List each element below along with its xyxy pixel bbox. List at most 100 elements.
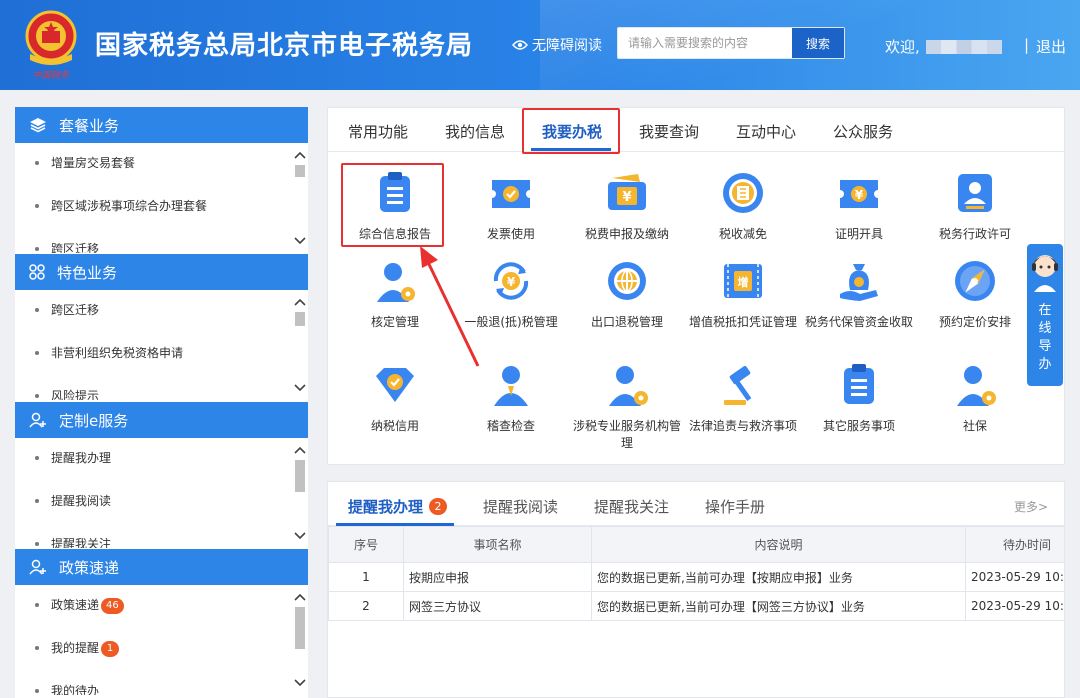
list-item[interactable]: 提醒我阅读 [35,491,308,534]
tab-interaction-center[interactable]: 互动中心 [736,121,796,142]
func-comprehensive-info-report[interactable]: 综合信息报告 [338,170,452,243]
scrollbar[interactable] [292,585,308,695]
reminder-panel: 提醒我办理 2 提醒我阅读 提醒我关注 操作手册 更多> 序号 事项名称 内容说明… [327,481,1065,698]
func-admin-license[interactable]: 税务行政许可 [918,170,1032,243]
masked-username [925,39,1002,54]
func-other-services[interactable]: 其它服务事项 [802,362,916,435]
func-export-refund[interactable]: 出口退税管理 [570,258,684,331]
gavel-icon [724,365,752,405]
search-button[interactable]: 搜索 [792,28,844,58]
list-item[interactable]: 跨区迁移 [35,300,308,343]
list-item[interactable]: 政策速递 46 [35,595,308,638]
table-row[interactable]: 1 按期应申报 您的数据已更新,当前可办理【按期应申报】业务 2023-05-2… [328,562,1064,592]
chevron-up-icon[interactable] [292,442,308,458]
sidebar: 套餐业务 增量房交易套餐 跨区域涉税事项综合办理套餐 跨区迁移 特色业务 跨区迁… [15,107,308,698]
logout-link[interactable]: 退出 [1036,36,1066,57]
header-divider: | [1024,36,1030,54]
annotation-arrow-icon [420,246,480,367]
func-label: 其它服务事项 [822,419,895,433]
sidebar-section-title: 定制e服务 [59,411,129,430]
invoice-ticket-icon [492,180,530,208]
chevron-up-icon[interactable] [292,147,308,163]
guide-char: 办 [1038,357,1052,372]
svg-text:¥: ¥ [507,275,516,289]
tab-manual[interactable]: 操作手册 [705,496,765,517]
tab-public-service[interactable]: 公众服务 [833,121,893,142]
tab-remind-handle[interactable]: 提醒我办理 2 [348,496,448,517]
sidebar-section-header[interactable]: 特色业务 [15,254,308,290]
chevron-down-icon[interactable] [292,675,308,691]
chevron-up-icon[interactable] [292,294,308,310]
func-label: 税费申报及缴纳 [584,227,669,241]
list-item[interactable]: 我的待办 [35,681,308,695]
chevron-down-icon[interactable] [292,233,308,249]
list-item[interactable]: 跨区域涉税事项综合办理套餐 [35,196,308,239]
func-label: 税收减免 [718,227,767,241]
tab-handle-tax[interactable]: 我要办税 [542,121,602,142]
tab-remind-follow[interactable]: 提醒我关注 [594,496,669,517]
func-tax-declare-pay[interactable]: ¥ 税费申报及缴纳 [570,170,684,243]
scrollbar-thumb[interactable] [295,460,305,492]
list-item[interactable]: 提醒我办理 [35,448,308,491]
list-item[interactable]: 跨区迁移 [35,239,308,253]
site-title: 国家税务总局北京市电子税务局 [95,31,474,61]
func-inspection[interactable]: 稽查检查 [454,362,568,435]
scrollbar[interactable] [292,438,308,548]
func-advance-pricing[interactable]: 预约定价安排 [918,258,1032,331]
scrollbar[interactable] [292,290,308,400]
tab-query[interactable]: 我要查询 [639,121,699,142]
tab-remind-read[interactable]: 提醒我阅读 [483,496,558,517]
func-tax-credit[interactable]: 纳税信用 [338,362,452,435]
count-badge: 2 [429,498,448,515]
active-tab-indicator [531,148,611,151]
list-item[interactable]: 提醒我关注 [35,534,308,548]
welcome-label: 欢迎, [885,38,920,56]
cell-item[interactable]: 网签三方协议 [403,591,592,621]
guide-char: 线 [1038,321,1052,336]
tab-my-info[interactable]: 我的信息 [445,121,505,142]
list-item[interactable]: 增量房交易套餐 [35,153,308,196]
cell-desc: 您的数据已更新,当前可办理【按期应申报】业务 [591,562,966,592]
list-item[interactable]: 风险提示 [35,386,308,400]
table-row[interactable]: 2 网签三方协议 您的数据已更新,当前可办理【网签三方协议】业务 2023-05… [328,591,1064,621]
func-vat-voucher[interactable]: 增 增值税抵扣凭证管理 [686,258,800,331]
list-item[interactable]: 我的提醒 1 [35,638,308,681]
sidebar-section-header[interactable]: 套餐业务 [15,107,308,143]
sidebar-section-list: 跨区迁移 非营利组织免税资格申请 风险提示 [15,290,308,400]
scrollbar[interactable] [292,143,308,253]
col-header-item: 事项名称 [403,526,592,563]
chevron-up-icon[interactable] [292,589,308,605]
list-item-label: 政策速递 [51,598,100,612]
list-item[interactable]: 非营利组织免税资格申请 [35,343,308,386]
online-guide-label: 在 线 导 办 [1027,302,1063,374]
scrollbar-thumb[interactable] [295,165,305,177]
sidebar-section-header[interactable]: 政策速递 [15,549,308,585]
table-header-row: 序号 事项名称 内容说明 待办时间 [328,526,1064,563]
header-banner: 中国税务 国家税务总局北京市电子税务局 无障碍阅读 搜索 欢迎, | 退出 [0,0,1080,90]
social-security-icon [957,366,996,406]
tab-common-functions[interactable]: 常用功能 [348,121,408,142]
sidebar-section-list: 提醒我办理 提醒我阅读 提醒我关注 [15,438,308,548]
func-certificate-issue[interactable]: ¥ 证明开具 [802,170,916,243]
scrollbar-thumb[interactable] [295,607,305,649]
cell-time: 2023-05-29 10: [965,591,1064,621]
chevron-down-icon[interactable] [292,380,308,396]
accessibility-reading-link[interactable]: 无障碍阅读 [512,35,602,55]
user-plus-icon [29,412,46,428]
inspector-icon [494,366,528,406]
func-professional-agency[interactable]: 涉税专业服务机构管理 [570,362,684,452]
func-social-security[interactable]: 社保 [918,362,1032,435]
func-legal-remedy[interactable]: 法律追责与救济事项 [686,362,800,435]
more-link[interactable]: 更多> [1014,498,1048,515]
scrollbar-thumb[interactable] [295,312,305,326]
chevron-down-icon[interactable] [292,528,308,544]
func-fund-custody[interactable]: 税务代保管资金收取 [802,258,916,331]
online-guide-button[interactable]: 在 线 导 办 [1027,244,1063,386]
sidebar-section-header[interactable]: 定制e服务 [15,402,308,438]
func-tax-relief[interactable]: 税收减免 [686,170,800,243]
search-input[interactable] [618,28,792,58]
cell-item[interactable]: 按期应申报 [403,562,592,592]
guide-char: 在 [1038,303,1052,318]
func-label: 社保 [962,419,987,433]
func-invoice-use[interactable]: 发票使用 [454,170,568,243]
